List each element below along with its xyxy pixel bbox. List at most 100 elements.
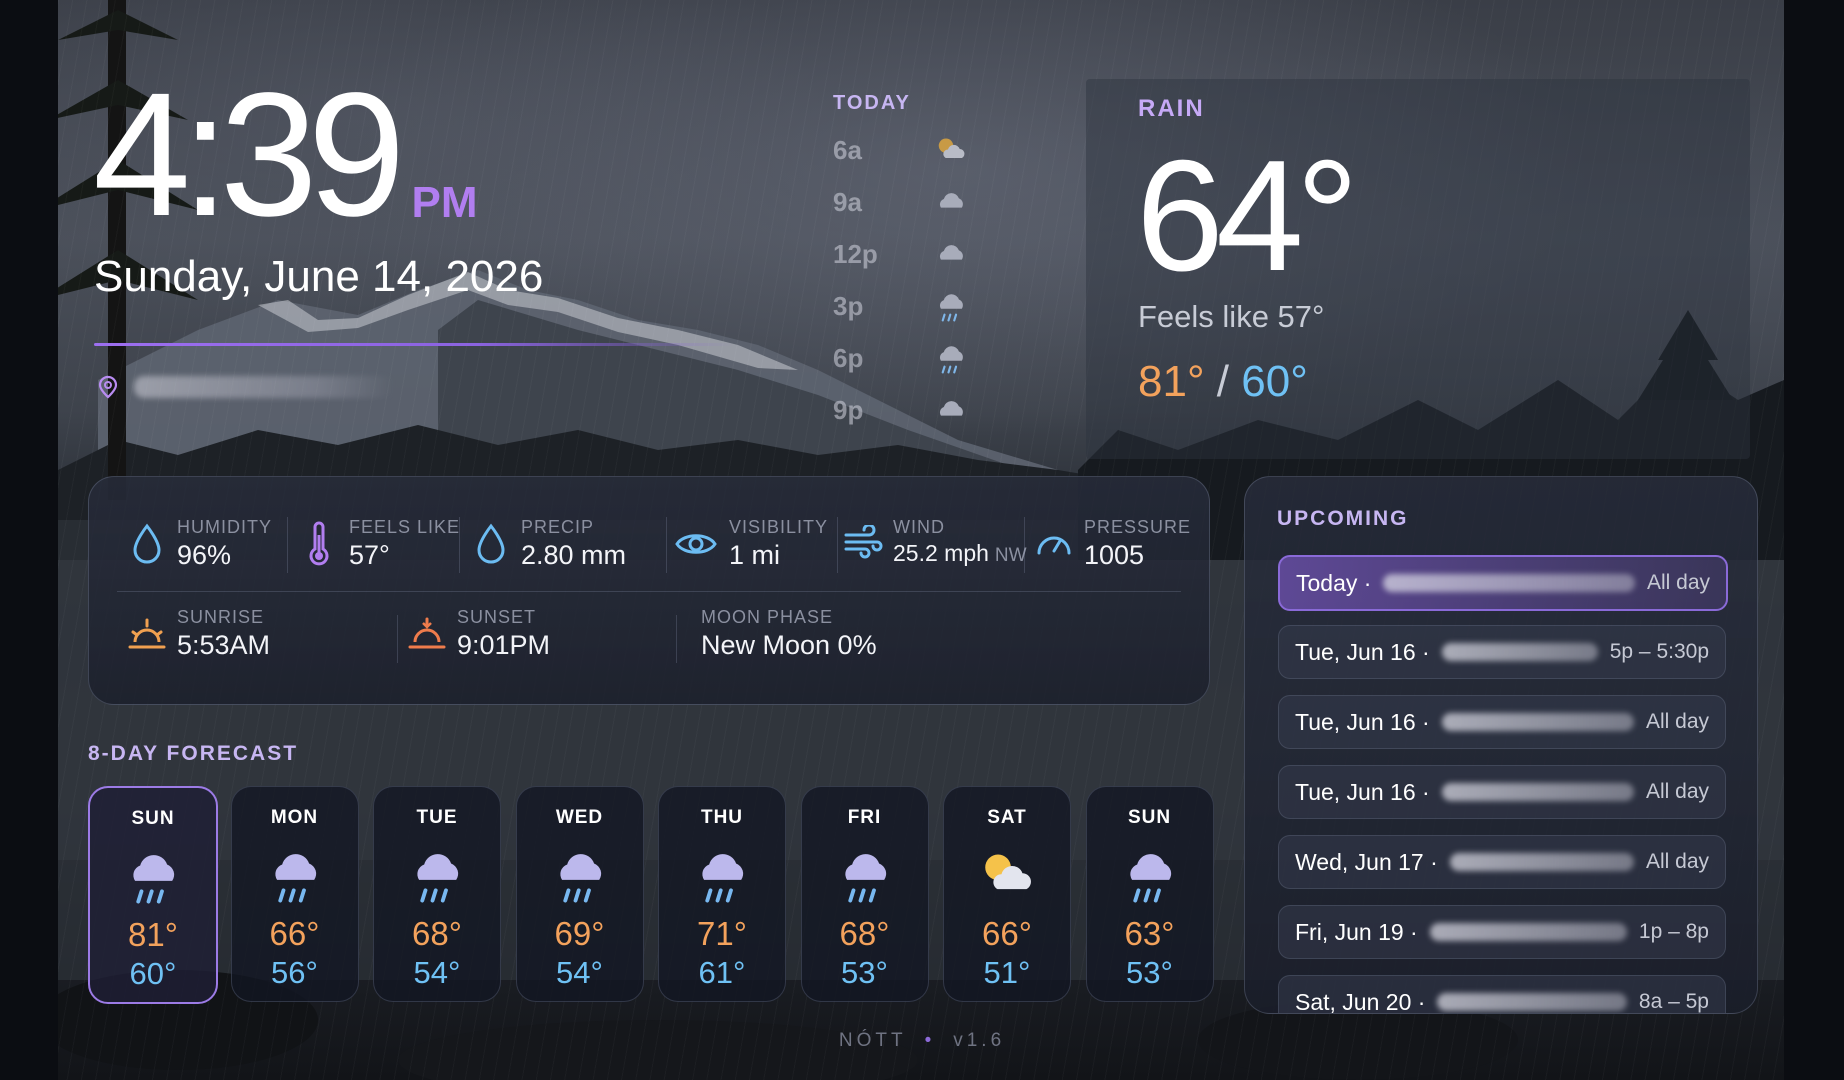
pressure-metric: PRESSURE 1005 <box>1034 517 1191 571</box>
app-name: NÓTT <box>838 1030 907 1051</box>
location-name-redacted <box>134 376 394 398</box>
forecast-day-card[interactable]: WED 69° 54° <box>515 786 644 1002</box>
forecast-day: TUE <box>416 807 458 828</box>
hour-icon <box>933 340 969 376</box>
rain-icon <box>939 346 963 374</box>
details-panel: HUMIDITY 96% FEELS LIKE 57° PRECIP 2.80 … <box>88 476 1210 705</box>
upcoming-event[interactable]: Tue, Jun 16 · All day <box>1278 765 1726 819</box>
hour-label: 6a <box>833 134 862 165</box>
forecast-low: 61° <box>698 955 746 990</box>
location-row <box>98 375 394 399</box>
sunset-value: 9:01PM <box>457 630 551 660</box>
forecast-day: THU <box>700 807 744 828</box>
upcoming-event[interactable]: Today · All day <box>1278 555 1728 611</box>
event-time: 5p – 5:30p <box>1609 640 1709 663</box>
feels-like-metric: FEELS LIKE 57° <box>299 517 460 571</box>
forecast-title: 8-DAY FORECAST <box>88 742 299 765</box>
wind-metric: WIND 25.2 mph NW <box>843 517 1027 567</box>
hourly-item: 6a <box>833 130 973 170</box>
event-time: 8a – 5p <box>1638 990 1709 1013</box>
footer-dot: • <box>924 1030 936 1051</box>
current-high-low: 81° / 60° <box>1138 357 1308 407</box>
forecast-day-card[interactable]: SUN 81° 60° <box>88 786 218 1004</box>
event-title-redacted <box>1449 853 1634 871</box>
hour-icon <box>933 132 969 168</box>
metric-divider <box>676 615 677 663</box>
metric-divider <box>397 615 398 663</box>
forecast-high: 69° <box>554 915 605 952</box>
forecast-low: 60° <box>129 956 177 991</box>
map-pin-icon <box>98 375 118 399</box>
upcoming-event[interactable]: Wed, Jun 17 · All day <box>1278 835 1726 889</box>
event-time: All day <box>1646 571 1710 594</box>
clock-ampm: PM <box>411 178 478 227</box>
sunset-label: SUNSET <box>457 607 537 627</box>
upcoming-event[interactable]: Tue, Jun 16 · 5p – 5:30p <box>1278 625 1726 679</box>
sunrise-icon <box>128 618 166 649</box>
wind-icon <box>844 525 883 559</box>
partly-cloudy-icon <box>985 854 1031 890</box>
forecast-day: WED <box>555 807 604 828</box>
hour-label: 12p <box>833 238 878 269</box>
clock-divider <box>94 343 734 346</box>
hour-icon <box>933 184 969 220</box>
hour-label: 9a <box>833 186 862 217</box>
upcoming-title: UPCOMING <box>1277 507 1409 530</box>
thermometer-icon <box>309 521 329 566</box>
rain-icon <box>133 855 175 904</box>
feels-like-value: 57° <box>349 540 390 570</box>
forecast-day-card[interactable]: FRI 68° 53° <box>800 786 929 1002</box>
forecast-low: 54° <box>413 955 461 990</box>
details-row-divider <box>117 591 1181 592</box>
hourly-title: TODAY <box>833 92 911 114</box>
forecast-day-card[interactable]: TUE 68° 54° <box>373 786 501 1002</box>
cloud-icon <box>939 401 963 416</box>
forecast-high: 81° <box>128 916 178 953</box>
metric-divider <box>459 517 460 573</box>
sunrise-label: SUNRISE <box>177 607 265 627</box>
current-feels-like: Feels like 57° <box>1138 299 1325 334</box>
moon-phase-value: New Moon 0% <box>701 630 877 660</box>
hour-label: 9p <box>833 394 864 425</box>
event-date: Wed, Jun 17 · <box>1295 848 1438 875</box>
cloud-icon <box>939 193 963 208</box>
rain-icon <box>417 854 459 903</box>
forecast-day-card[interactable]: MON 66° 56° <box>230 786 359 1002</box>
event-title-redacted <box>1441 713 1634 731</box>
moon-phase-metric: MOON PHASE New Moon 0% <box>701 607 877 661</box>
sunrise-metric: SUNRISE 5:53AM <box>127 607 270 661</box>
forecast-high: 68° <box>839 915 890 952</box>
visibility-metric: VISIBILITY 1 mi <box>673 517 828 571</box>
forecast-high: 66° <box>982 915 1032 952</box>
rain-icon <box>1129 854 1171 903</box>
upcoming-event[interactable]: Sat, Jun 20 · 8a – 5p <box>1278 975 1726 1014</box>
forecast-day-card[interactable]: SUN 63° 53° <box>1085 786 1214 1002</box>
forecast-icon <box>975 843 1039 907</box>
forecast-icon <box>1118 843 1182 907</box>
upcoming-event[interactable]: Fri, Jun 19 · 1p – 8p <box>1278 905 1726 959</box>
hour-icon <box>933 288 969 324</box>
metric-divider <box>1024 517 1025 573</box>
forecast-icon <box>405 843 469 907</box>
forecast-day-card[interactable]: THU 71° 61° <box>658 786 786 1002</box>
event-date: Tue, Jun 16 · <box>1295 708 1430 735</box>
footer: NÓTT • v1.6 <box>0 1030 1844 1052</box>
forecast-low: 53° <box>841 955 888 990</box>
forecast-day-card[interactable]: SAT 66° 51° <box>943 786 1071 1002</box>
precip-value: 2.80 mm <box>521 540 627 570</box>
event-date: Sat, Jun 20 · <box>1295 988 1426 1014</box>
event-title-redacted <box>1437 993 1627 1011</box>
event-date: Today · <box>1296 569 1372 596</box>
eye-icon <box>675 534 717 554</box>
app-version: v1.6 <box>953 1030 1006 1051</box>
forecast-day: SUN <box>1127 807 1172 828</box>
hourly-item: 3p <box>833 286 973 326</box>
cloud-icon <box>939 245 963 260</box>
wind-value: 25.2 mph <box>893 540 989 566</box>
upcoming-event[interactable]: Tue, Jun 16 · All day <box>1278 695 1726 749</box>
current-low: 60° <box>1241 357 1308 406</box>
droplet-icon <box>133 523 161 564</box>
current-condition: RAIN <box>1138 95 1205 122</box>
metric-divider <box>287 517 288 573</box>
hour-label: 3p <box>833 290 864 321</box>
